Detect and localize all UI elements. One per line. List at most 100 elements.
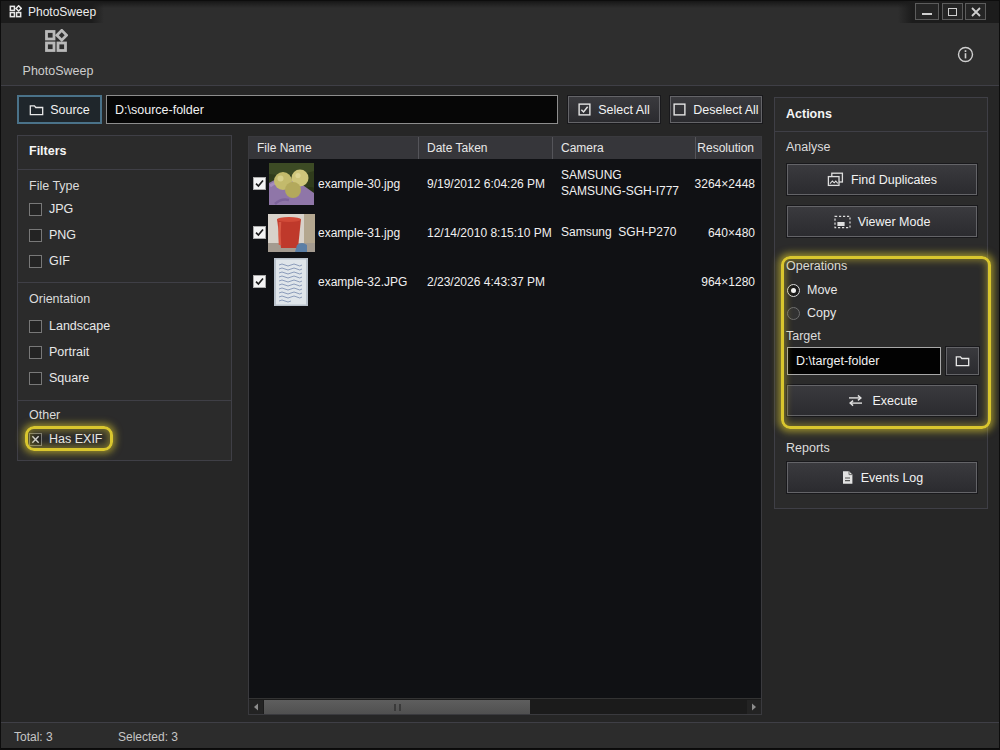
select-all-label: Select All [598, 103, 649, 117]
checkbox-icon [29, 255, 42, 268]
scroll-left-arrow[interactable] [249, 700, 263, 714]
thumbnail-fruits-in-gloved-hand [267, 159, 315, 208]
radio-unselected-icon [787, 307, 800, 320]
status-bar: Total: 3 Selected: 3 [0, 722, 1000, 749]
column-header-camera[interactable]: Camera [553, 137, 696, 159]
window-top-edge [0, 0, 1000, 8]
execute-button[interactable]: Execute [787, 385, 977, 416]
separator [775, 131, 987, 132]
swap-arrows-icon [846, 394, 865, 407]
window-title: PhotoSweep [28, 5, 96, 19]
unchecked-box-icon [673, 103, 686, 116]
other-label: Other [29, 408, 60, 422]
horizontal-scrollbar[interactable] [249, 698, 761, 714]
checkbox-icon [29, 320, 42, 333]
app-logo-label: PhotoSweep [22, 64, 94, 78]
deselect-all-label: Deselect All [693, 103, 758, 117]
filter-has-exif-label: Has EXIF [49, 432, 103, 446]
scrollbar-grip [399, 704, 401, 711]
selected-count: Selected: 3 [118, 730, 178, 744]
checkbox-icon [29, 346, 42, 359]
execute-label: Execute [872, 394, 917, 408]
deselect-all-button[interactable]: Deselect All [670, 96, 762, 123]
row-checkbox[interactable] [253, 177, 266, 190]
minimize-button[interactable] [915, 3, 939, 20]
row-checkbox[interactable] [253, 226, 266, 239]
folder-icon [29, 104, 44, 116]
move-radio[interactable]: Move [787, 283, 838, 297]
copy-radio[interactable]: Copy [787, 306, 836, 320]
browse-target-button[interactable] [946, 347, 979, 375]
source-button[interactable]: Source [17, 95, 102, 124]
document-icon [841, 470, 854, 485]
resolution: 3264×2448 [696, 159, 761, 208]
filter-png-checkbox[interactable]: PNG [29, 228, 76, 242]
resolution: 640×480 [696, 208, 761, 257]
checkbox-icon [29, 372, 42, 385]
column-header-file-name[interactable]: File Name [249, 137, 419, 159]
photosweep-window: { "window": { "title": "PhotoSweep" }, "… [0, 0, 1000, 750]
checked-box-icon [578, 103, 591, 116]
source-path-input[interactable] [106, 95, 558, 124]
filter-portrait-checkbox[interactable]: Portrait [29, 345, 89, 359]
file-type-label: File Type [29, 179, 80, 193]
column-header-resolution[interactable]: Resolution [696, 137, 760, 159]
table-row[interactable]: example-30.jpg 9/19/2012 6:04:26 PM SAMS… [249, 159, 761, 208]
find-duplicates-label: Find Duplicates [851, 173, 937, 187]
resolution: 964×1280 [696, 257, 761, 306]
filter-landscape-checkbox[interactable]: Landscape [29, 319, 110, 333]
checkbox-icon [29, 229, 42, 242]
filter-gif-label: GIF [49, 254, 70, 268]
filters-title: Filters [29, 144, 67, 158]
separator [18, 282, 231, 283]
filter-square-checkbox[interactable]: Square [29, 371, 89, 385]
viewer-mode-label: Viewer Mode [858, 215, 931, 229]
thumbnail-handwritten-note [267, 257, 315, 306]
source-button-label: Source [50, 103, 90, 117]
file-name: example-32.JPG [318, 275, 407, 289]
row-checkbox[interactable] [253, 275, 266, 288]
file-name: example-31.jpg [318, 226, 400, 240]
target-path-input[interactable] [787, 347, 941, 375]
info-icon[interactable] [957, 46, 974, 63]
checkbox-icon [29, 203, 42, 216]
viewer-mode-button[interactable]: Viewer Mode [787, 206, 977, 237]
filter-portrait-label: Portrait [49, 345, 89, 359]
move-label: Move [807, 283, 838, 297]
camera [553, 257, 696, 306]
filter-square-label: Square [49, 371, 89, 385]
column-header-date-taken[interactable]: Date Taken [419, 137, 553, 159]
date-taken: 9/19/2012 6:04:26 PM [419, 159, 553, 208]
select-all-button[interactable]: Select All [568, 96, 660, 123]
scrollbar-thumb[interactable] [264, 700, 530, 714]
date-taken: 12/14/2010 8:15:10 PM [419, 208, 553, 257]
duplicates-icon [827, 172, 844, 187]
filter-jpg-checkbox[interactable]: JPG [29, 202, 73, 216]
date-taken: 2/23/2026 4:43:37 PM [419, 257, 553, 306]
filter-jpg-label: JPG [49, 202, 73, 216]
filter-landscape-label: Landscape [49, 319, 110, 333]
filter-png-label: PNG [49, 228, 76, 242]
filter-gif-checkbox[interactable]: GIF [29, 254, 70, 268]
reports-label: Reports [786, 441, 830, 455]
total-count: Total: 3 [14, 730, 53, 744]
file-table: File Name Date Taken Camera Resolution [248, 136, 762, 715]
orientation-label: Orientation [29, 292, 90, 306]
find-duplicates-button[interactable]: Find Duplicates [787, 164, 977, 195]
app-logo-icon [44, 29, 68, 53]
scroll-right-arrow[interactable] [747, 700, 761, 714]
filter-has-exif-checkbox[interactable]: Has EXIF [29, 432, 103, 446]
table-row[interactable]: example-31.jpg 12/14/2010 8:15:10 PM Sam… [249, 208, 761, 257]
analyse-label: Analyse [786, 140, 830, 154]
close-button[interactable] [965, 3, 986, 20]
operations-label: Operations [786, 259, 847, 273]
file-name: example-30.jpg [318, 177, 400, 191]
events-log-button[interactable]: Events Log [787, 462, 977, 493]
target-label: Target [786, 329, 821, 343]
separator [18, 400, 231, 401]
viewer-icon [834, 215, 851, 229]
events-log-label: Events Log [861, 471, 924, 485]
camera: Samsung SGH-P270 [553, 208, 696, 257]
maximize-button[interactable] [942, 3, 963, 20]
table-row[interactable]: example-32.JPG 2/23/2026 4:43:37 PM 964×… [249, 257, 761, 306]
